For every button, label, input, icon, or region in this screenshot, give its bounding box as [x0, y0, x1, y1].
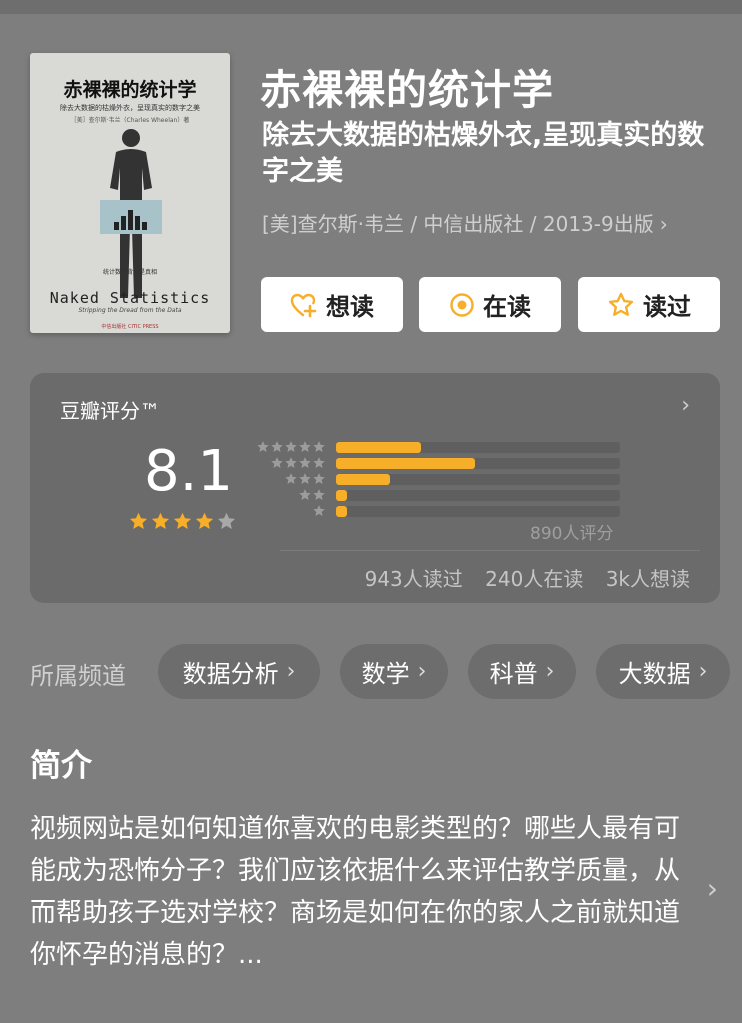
want-to-read-button[interactable]: 想读 — [261, 277, 403, 332]
chevron-right-icon: › — [545, 659, 555, 684]
star-filled-icon — [195, 512, 214, 529]
have-read-button[interactable]: 读过 — [578, 277, 720, 332]
mini-stars — [246, 488, 326, 502]
star-mini-icon — [271, 457, 283, 468]
cover-subtitle: 除去大数据的枯燥外衣，呈现真实的数字之美 — [60, 104, 200, 112]
rating-score: 8.1 — [144, 439, 234, 504]
divider — [280, 550, 700, 551]
rating-bar-fill — [336, 458, 476, 469]
mini-stars — [246, 472, 326, 486]
cover-publisher: 中信出版社 CITIC PRESS — [101, 324, 159, 330]
rating-distribution-row — [246, 488, 620, 502]
rating-distribution-row — [246, 456, 620, 470]
circle-dot-icon — [450, 292, 474, 317]
star-mini-icon — [257, 441, 269, 452]
star-mini-icon — [313, 489, 325, 500]
star-mini-icon — [299, 441, 311, 452]
book-cover[interactable]: 赤裸裸的统计学 除去大数据的枯燥外衣，呈现真实的数字之美 ［美］查尔斯·韦兰（C… — [30, 53, 230, 333]
rating-stars — [128, 511, 237, 532]
rating-distribution-row — [246, 440, 620, 454]
rating-bar-track — [336, 442, 620, 453]
book-meta-text: [美]查尔斯·韦兰 / 中信出版社 / 2013-9出版 — [262, 212, 654, 236]
chevron-right-icon[interactable]: › — [707, 872, 718, 905]
channels-label: 所属频道 — [30, 662, 126, 690]
book-subtitle: 除去大数据的枯燥外衣,呈现真实的数字之美 — [262, 120, 705, 187]
have-read-label: 读过 — [643, 293, 691, 321]
chevron-right-icon[interactable]: › — [681, 393, 690, 418]
chevron-right-icon: › — [659, 212, 668, 236]
star-mini-icon — [313, 505, 325, 516]
mini-stars — [246, 440, 326, 454]
rating-distribution-row — [246, 472, 620, 486]
star-empty-icon — [217, 512, 236, 529]
intro-title: 简介 — [30, 748, 92, 784]
channel-chip-big-data[interactable]: 大数据 › — [596, 644, 730, 699]
star-mini-icon — [299, 489, 311, 500]
rating-bar-track — [336, 458, 620, 469]
channel-chip-math[interactable]: 数学 › — [340, 644, 448, 699]
want-to-read-label: 想读 — [326, 293, 374, 321]
heart-plus-icon — [290, 293, 317, 317]
reader-stats: 943人读过 240人在读 3k人想读 — [349, 563, 690, 592]
star-mini-icon — [313, 457, 325, 468]
channel-chip-data-analysis[interactable]: 数据分析 › — [158, 644, 320, 699]
chevron-right-icon: › — [698, 659, 708, 684]
star-mini-icon — [313, 441, 325, 452]
rating-bar-fill — [336, 474, 390, 485]
rating-card[interactable]: 豆瓣评分™ › 8.1 890人评分 943人读过 240人在读 3k人想读 — [30, 373, 720, 603]
channel-chip-label: 科普 — [489, 660, 538, 688]
rating-bar-track — [336, 474, 620, 485]
cover-author: ［美］查尔斯·韦兰（Charles Wheelan）著 — [70, 117, 190, 124]
intro-text[interactable]: 视频网站是如何知道你喜欢的电影类型的？哪些人最有可能成为恐怖分子？我们应该依据什… — [30, 808, 690, 976]
status-bar-strip — [0, 0, 742, 14]
star-mini-icon — [285, 457, 297, 468]
star-mini-icon — [299, 473, 311, 484]
reading-count[interactable]: 240人在读 — [485, 567, 583, 591]
cover-english-subtitle: Stripping the Dread from the Data — [78, 307, 182, 314]
rating-bar-fill — [336, 506, 348, 517]
star-filled-icon — [129, 512, 148, 529]
star-filled-icon — [151, 512, 170, 529]
star-mini-icon — [285, 441, 297, 452]
reading-label: 在读 — [483, 293, 531, 321]
channel-chip-popular-science[interactable]: 科普 › — [468, 644, 576, 699]
cover-blurb: 统计数字背后是真相 — [102, 269, 157, 276]
rating-bar-track — [336, 490, 620, 501]
book-title: 赤裸裸的统计学 — [260, 66, 554, 114]
channel-chip-label: 大数据 — [618, 660, 691, 688]
rating-count: 890人评分 — [530, 524, 614, 544]
star-mini-icon — [313, 473, 325, 484]
chevron-right-icon: › — [417, 659, 427, 684]
read-count[interactable]: 943人读过 — [365, 567, 463, 591]
star-filled-icon — [173, 512, 192, 529]
want-count[interactable]: 3k人想读 — [606, 567, 690, 591]
star-mini-icon — [299, 457, 311, 468]
rating-label: 豆瓣评分™ — [60, 399, 160, 423]
rating-distribution-row — [246, 504, 620, 518]
cover-title: 赤裸裸的统计学 — [63, 79, 197, 101]
reading-button[interactable]: 在读 — [419, 277, 561, 332]
star-mini-icon — [285, 473, 297, 484]
chevron-right-icon: › — [286, 659, 296, 684]
mini-stars — [246, 456, 326, 470]
star-mini-icon — [271, 441, 283, 452]
mini-stars — [246, 504, 326, 518]
channel-chip-label: 数据分析 — [182, 660, 279, 688]
rating-bar-fill — [336, 442, 422, 453]
book-meta[interactable]: [美]查尔斯·韦兰 / 中信出版社 / 2013-9出版 › — [262, 208, 668, 237]
channel-chip-label: 数学 — [361, 660, 410, 688]
rating-bar-fill — [336, 490, 348, 501]
star-outline-icon — [608, 292, 634, 316]
cover-english-title: Naked Statistics — [49, 289, 211, 307]
rating-bar-track — [336, 506, 620, 517]
